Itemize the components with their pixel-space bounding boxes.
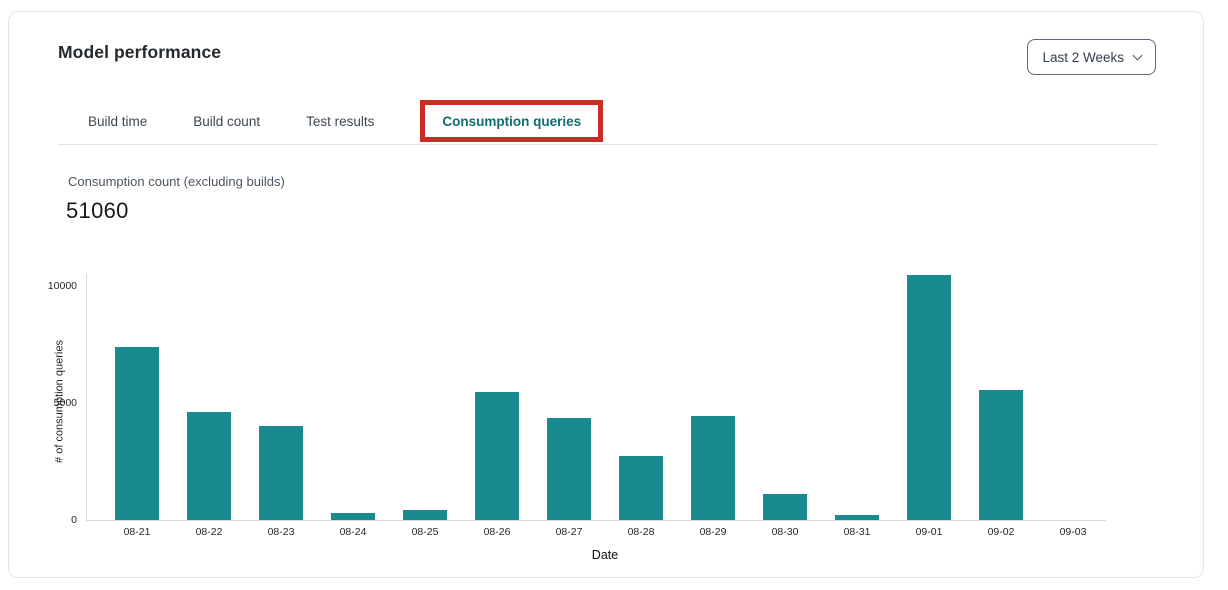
bar-09-01[interactable] [907, 275, 951, 520]
bar-09-02[interactable] [979, 390, 1023, 520]
x-tick-label: 09-02 [965, 526, 1037, 538]
x-tick-label: 08-31 [821, 526, 893, 538]
tab-consumption-queries[interactable]: Consumption queries [442, 114, 581, 129]
bar-slot [461, 392, 533, 520]
bar-08-22[interactable] [187, 412, 231, 520]
x-axis-title: Date [101, 548, 1109, 562]
bar-slot [101, 347, 173, 520]
bar-series [101, 272, 1109, 520]
bar-slot [821, 515, 893, 520]
metric-label: Consumption count (excluding builds) [68, 174, 285, 189]
y-tick-label: 5000 [9, 396, 77, 410]
date-range-dropdown[interactable]: Last 2 Weeks [1027, 39, 1156, 75]
y-tick-label: 0 [9, 513, 77, 527]
x-tick-label: 08-28 [605, 526, 677, 538]
bar-slot [893, 275, 965, 520]
chevron-down-icon [1133, 51, 1143, 61]
bar-08-26[interactable] [475, 392, 519, 520]
bar-slot [389, 510, 461, 520]
x-axis-ticks: 08-2108-2208-2308-2408-2508-2608-2708-28… [101, 526, 1109, 538]
consumption-queries-chart: # of consumption queries 0500010000 08-2… [9, 263, 1205, 573]
bar-08-21[interactable] [115, 347, 159, 520]
bar-08-30[interactable] [763, 494, 807, 520]
bar-slot [317, 513, 389, 520]
tab-test-results[interactable]: Test results [306, 114, 374, 129]
x-tick-label: 08-21 [101, 526, 173, 538]
x-tick-label: 08-25 [389, 526, 461, 538]
bar-08-29[interactable] [691, 416, 735, 520]
model-performance-card: Model performance Last 2 Weeks Build tim… [8, 11, 1204, 578]
x-axis-line [86, 520, 1106, 521]
x-tick-label: 08-23 [245, 526, 317, 538]
tab-build-time[interactable]: Build time [88, 114, 147, 129]
bar-slot [965, 390, 1037, 520]
page-title: Model performance [58, 42, 221, 63]
date-range-value: Last 2 Weeks [1042, 50, 1124, 65]
bar-08-27[interactable] [547, 418, 591, 520]
bar-slot [245, 426, 317, 520]
bar-slot [749, 494, 821, 520]
bar-08-25[interactable] [403, 510, 447, 520]
x-tick-label: 08-22 [173, 526, 245, 538]
bar-slot [605, 456, 677, 520]
bar-slot [173, 412, 245, 520]
x-tick-label: 09-03 [1037, 526, 1109, 538]
annotation-highlight-box: Consumption queries [420, 100, 603, 142]
x-tick-label: 08-30 [749, 526, 821, 538]
x-tick-label: 08-27 [533, 526, 605, 538]
tab-divider [58, 144, 1158, 145]
bar-08-23[interactable] [259, 426, 303, 520]
y-tick-label: 10000 [9, 279, 77, 293]
x-tick-label: 08-26 [461, 526, 533, 538]
tab-bar: Build time Build count Test results Cons… [88, 100, 603, 142]
bar-slot [677, 416, 749, 520]
y-axis-line [86, 274, 87, 520]
bar-08-31[interactable] [835, 515, 879, 520]
x-tick-label: 08-24 [317, 526, 389, 538]
x-tick-label: 09-01 [893, 526, 965, 538]
x-tick-label: 08-29 [677, 526, 749, 538]
tab-build-count[interactable]: Build count [193, 114, 260, 129]
bar-08-28[interactable] [619, 456, 663, 520]
bar-slot [533, 418, 605, 520]
bar-08-24[interactable] [331, 513, 375, 520]
metric-value: 51060 [66, 198, 129, 224]
